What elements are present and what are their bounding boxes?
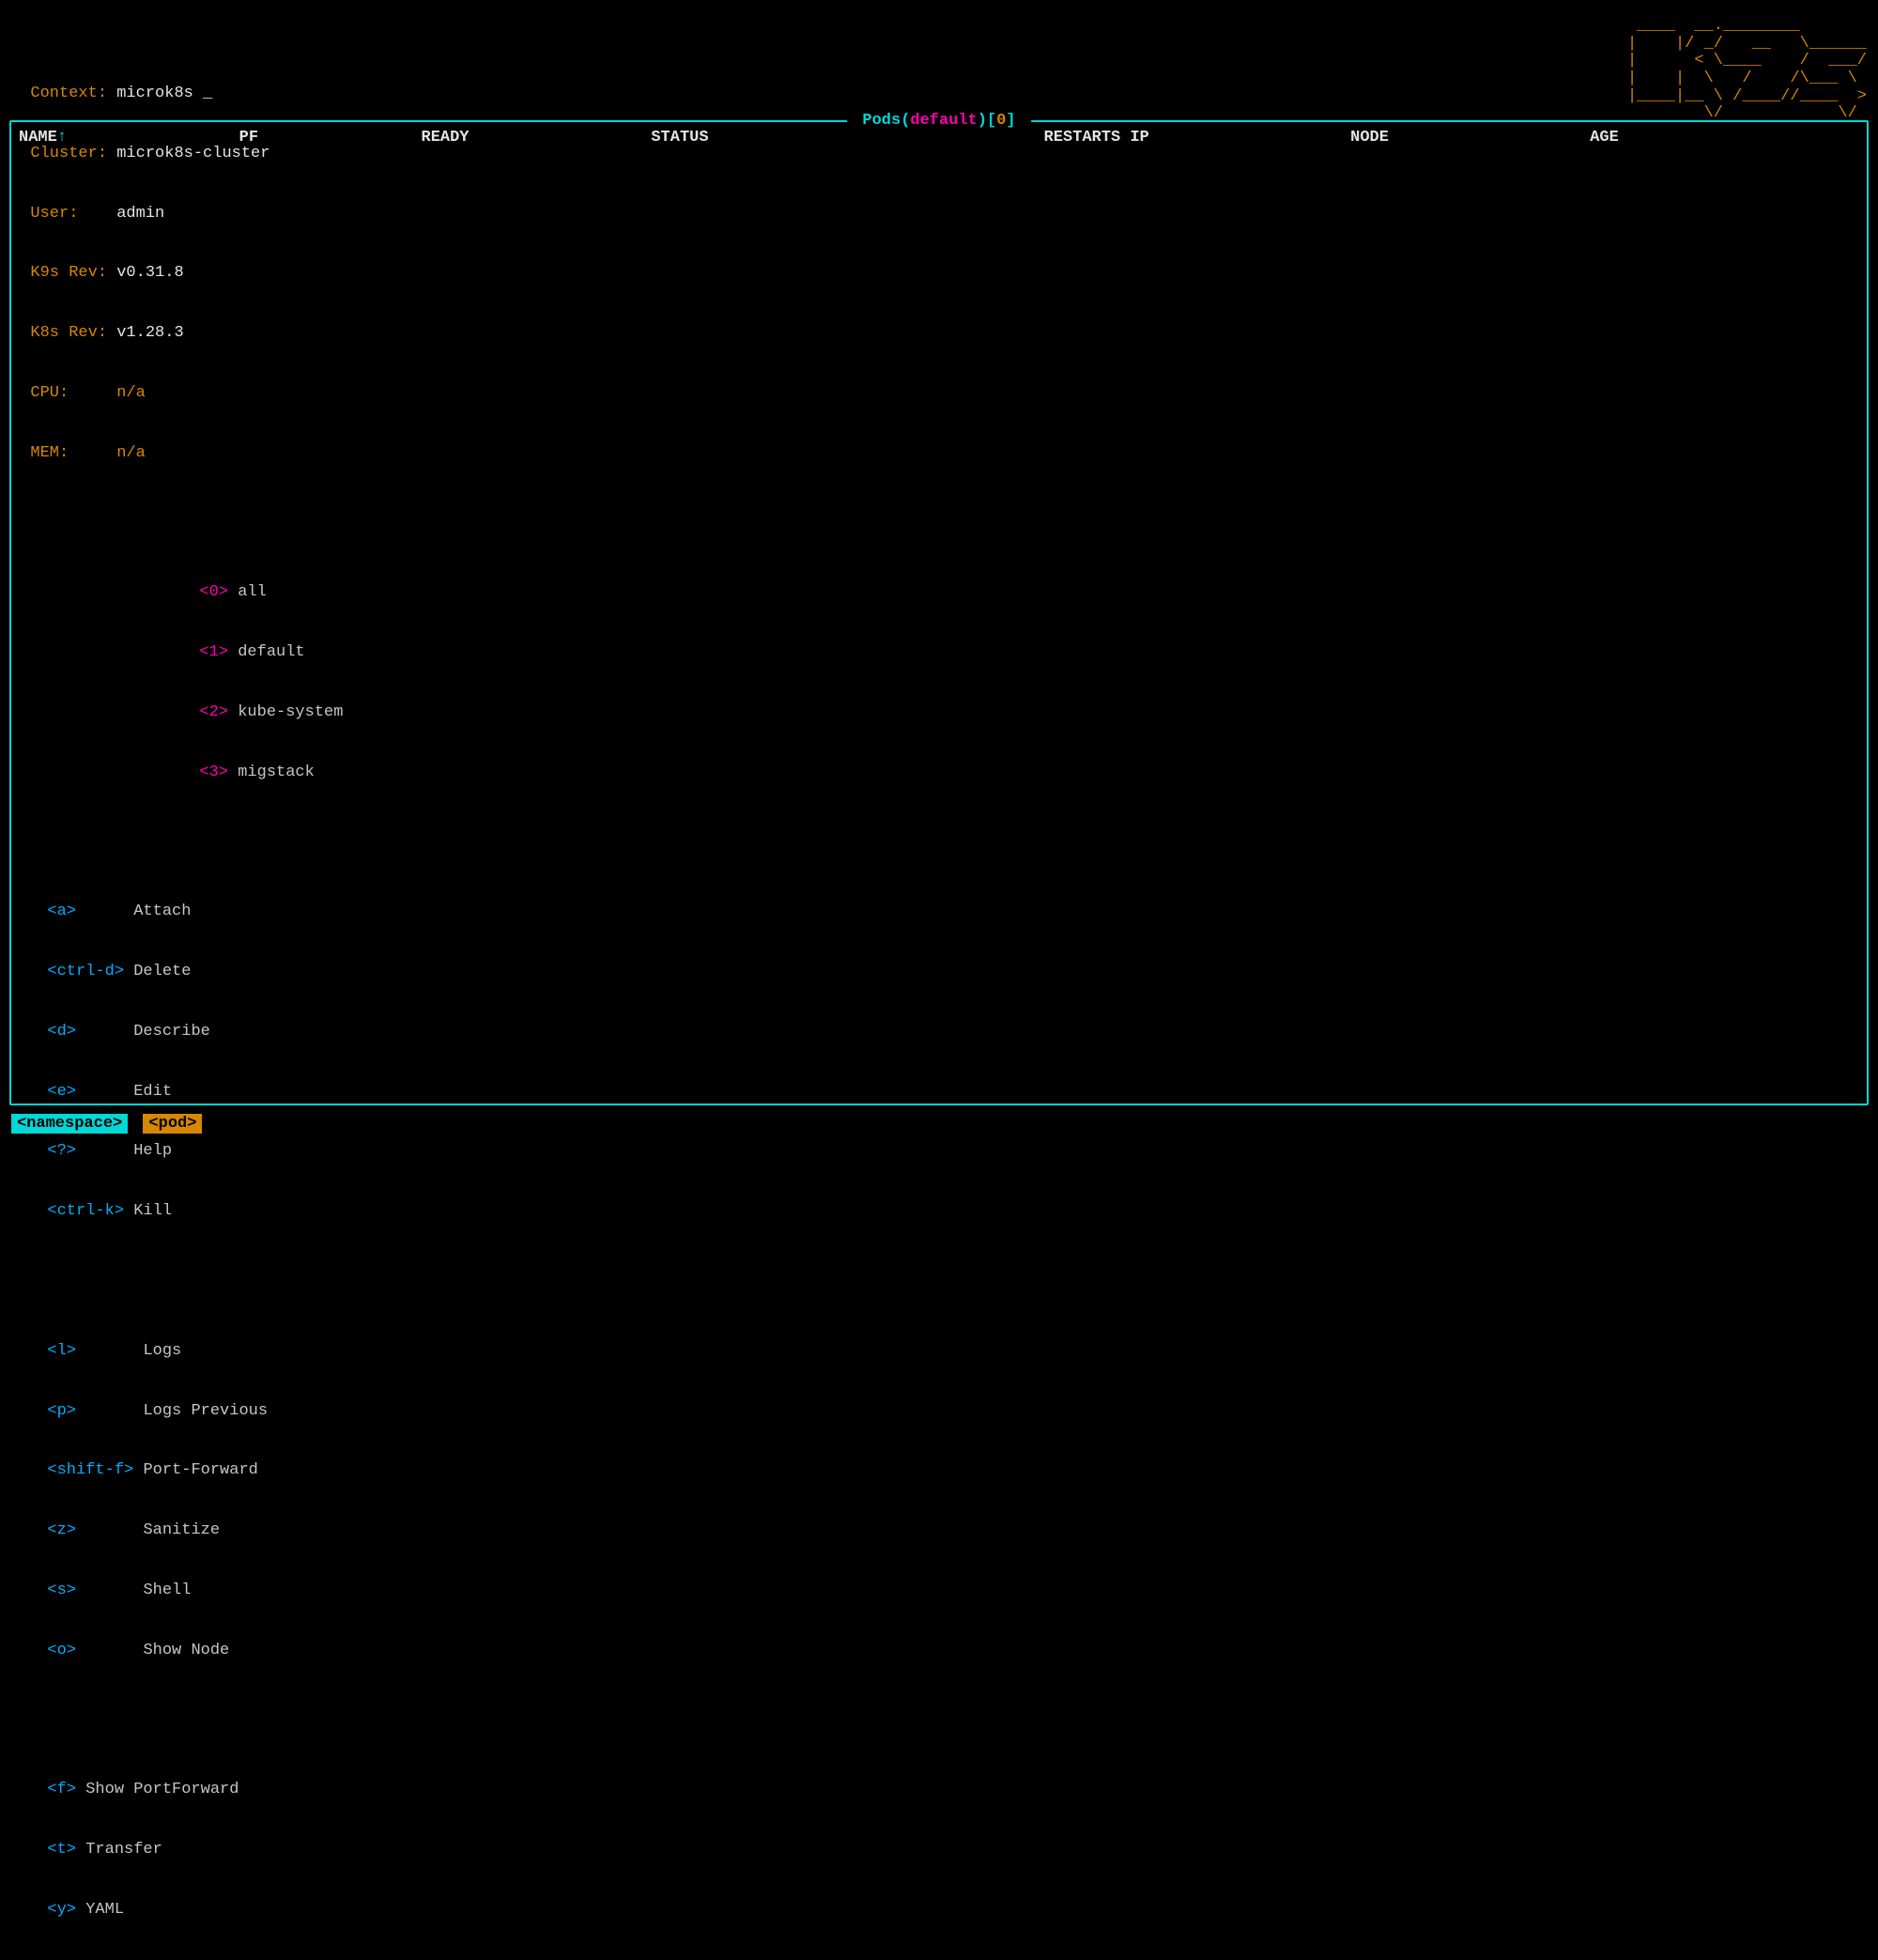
col-pf[interactable]: PF [239, 129, 258, 147]
crumb-pod[interactable]: <pod> [143, 1114, 202, 1134]
hint-logs[interactable]: <l> Logs [47, 1341, 268, 1361]
col-node[interactable]: NODE [1350, 129, 1389, 147]
hint-transfer[interactable]: <t> Transfer [47, 1840, 239, 1860]
context-value: microk8s [116, 85, 193, 102]
breadcrumb: <namespace> <pod> [11, 1114, 208, 1134]
hint-show-portforward[interactable]: <f> Show PortForward [47, 1780, 239, 1799]
col-status[interactable]: STATUS [651, 129, 708, 147]
hint-logs-previous[interactable]: <p> Logs Previous [47, 1401, 268, 1421]
hints-col-3: <f> Show PortForward <t> Transfer <y> YA… [47, 1740, 239, 1960]
pods-frame: Pods(default)[0] NAME↑ PF READY STATUS R… [9, 120, 1869, 1105]
hint-shell[interactable]: <s> Shell [47, 1581, 268, 1600]
cursor: _ [203, 85, 212, 102]
context-label: Context: [30, 85, 107, 102]
hint-show-node[interactable]: <o> Show Node [47, 1641, 268, 1660]
column-headers: NAME↑ PF READY STATUS RESTARTS IP NODE A… [19, 128, 1859, 147]
hint-yaml[interactable]: <y> YAML [47, 1900, 239, 1920]
col-name[interactable]: NAME↑ [19, 129, 67, 147]
sort-arrow-icon: ↑ [57, 129, 67, 147]
hint-kill[interactable]: <ctrl-k> Kill [47, 1201, 209, 1221]
crumb-namespace[interactable]: <namespace> [11, 1114, 128, 1134]
hint-help[interactable]: <?> Help [47, 1141, 209, 1161]
col-age[interactable]: AGE [1590, 129, 1619, 147]
hint-port-forward[interactable]: <shift-f> Port-Forward [47, 1460, 268, 1480]
k9s-logo: ____ __.________ | |/ _/ __ \______ | < … [1627, 18, 1867, 123]
hints-col-2: <l> Logs <p> Logs Previous <shift-f> Por… [47, 1301, 268, 1700]
col-restarts[interactable]: RESTARTS [1044, 129, 1121, 147]
hint-sanitize[interactable]: <z> Sanitize [47, 1520, 268, 1540]
col-ip[interactable]: IP [1130, 129, 1148, 147]
col-ready[interactable]: READY [422, 129, 470, 147]
